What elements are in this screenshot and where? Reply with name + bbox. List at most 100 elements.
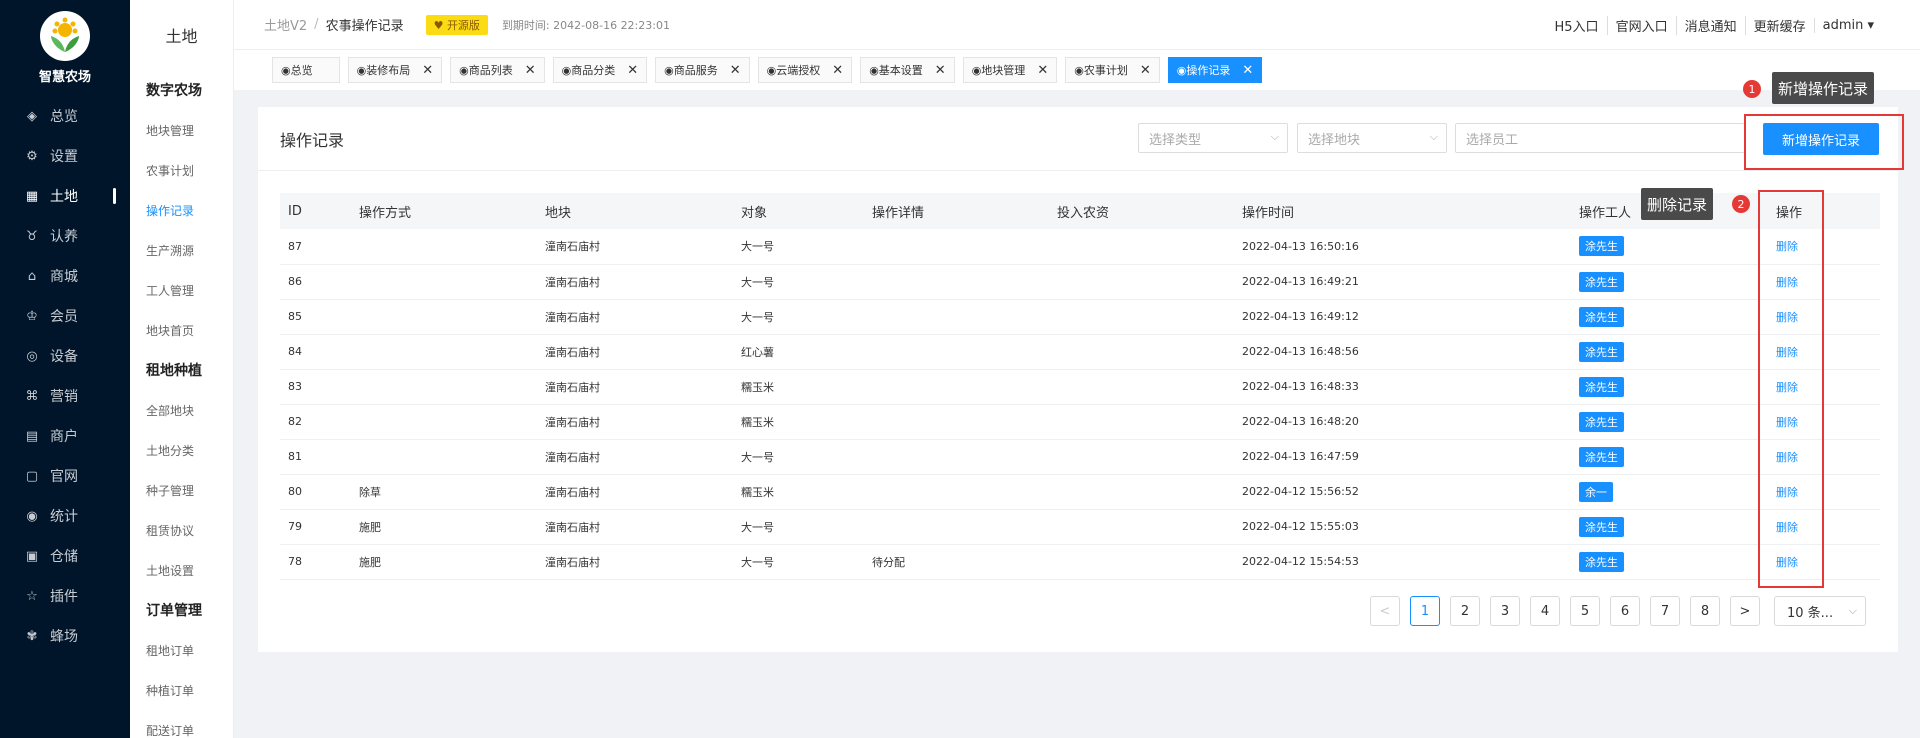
close-icon[interactable]: ✕ [1037,63,1048,78]
cell-time: 2022-04-12 15:55:03 [1234,509,1571,545]
header-link[interactable]: H5入口 [1547,16,1607,35]
warehouse-icon: ▣ [25,548,39,564]
plugin-icon: ☆ [26,588,38,604]
device-icon: ◎ [26,348,38,364]
cell-time: 2022-04-13 16:48:20 [1234,404,1571,440]
next-page-button[interactable]: > [1730,596,1760,626]
sidebar-item-6[interactable]: ◎ 设备 [0,336,130,376]
column-header: 投入农资 [1049,193,1234,229]
close-icon[interactable]: ✕ [525,63,536,78]
annotation-badge-1: 1 [1743,80,1761,98]
close-icon[interactable]: ✕ [627,63,638,78]
close-icon[interactable]: ✕ [1140,63,1151,78]
column-header: 地块 [537,193,733,229]
sidebar-item-5[interactable]: ♔ 会员 [0,296,130,336]
card-header: 操作记录 选择类型 ⌵ 选择地块 ⌵ 选择员工 新增操作记录 [258,107,1898,171]
worker-tag: 涂先生 [1579,376,1624,397]
cell-input [1049,509,1234,545]
page-button[interactable]: 7 [1650,596,1680,626]
sidebar-item-label: 认养 [50,229,78,245]
page-button[interactable]: 4 [1530,596,1560,626]
sub-nav-item[interactable]: 地块首页 [130,310,233,350]
sub-nav-item[interactable]: 地块管理 [130,110,233,150]
staff-select[interactable]: 选择员工 [1455,123,1745,153]
sidebar-item-7[interactable]: ⌘ 营销 [0,376,130,416]
tab-2[interactable]: ◉商品列表 ✕ [450,57,545,83]
cell-method [351,264,537,300]
sidebar-item-0[interactable]: ◈ 总览 [0,96,130,136]
sidebar-item-4[interactable]: ⌂ 商城 [0,256,130,296]
header-link[interactable]: 消息通知 [1675,15,1745,35]
sub-nav-item[interactable]: 配送订单 [130,710,233,738]
page-title: 操作记录 [280,130,345,150]
tab-1[interactable]: ◉装修布局 ✕ [347,57,443,83]
sidebar-item-13[interactable]: ✾ 蜂场 [0,616,130,656]
edition-badge: ♥ 开源版 [425,14,488,35]
cell-time: 2022-04-13 16:49:21 [1234,264,1571,300]
page-button[interactable]: 5 [1570,596,1600,626]
cell-detail [864,229,1049,265]
tab-0[interactable]: ◉总览 [272,57,340,83]
sidebar-item-1[interactable]: ⚙ 设置 [0,136,130,176]
type-select[interactable]: 选择类型 ⌵ [1138,123,1288,153]
cell-id: 80 [280,474,351,510]
close-icon[interactable]: ✕ [422,63,433,78]
cell-id: 79 [280,509,351,545]
sub-nav-item[interactable]: 土地设置 [130,550,233,590]
sidebar-item-2[interactable]: ▦ 土地 [0,176,130,216]
cell-object: 糯玉米 [733,474,864,510]
sidebar-item-3[interactable]: ♉ 认养 [0,216,130,256]
sidebar-item-12[interactable]: ☆ 插件 [0,576,130,616]
sub-nav-item[interactable]: 种植订单 [130,670,233,710]
close-icon[interactable]: ✕ [1242,63,1253,78]
cell-plot: 潼南石庙村 [537,264,733,300]
cell-detail [864,264,1049,300]
cell-id: 86 [280,264,351,300]
sub-nav-item[interactable]: 租地订单 [130,630,233,670]
close-icon[interactable]: ✕ [832,63,843,78]
tab-9[interactable]: ◉操作记录 ✕ [1167,57,1263,83]
sub-nav-item[interactable]: 工人管理 [130,270,233,310]
close-icon[interactable]: ✕ [730,63,741,78]
sub-nav-item[interactable]: 土地分类 [130,430,233,470]
sub-nav-item[interactable]: 种子管理 [130,470,233,510]
prev-page-button[interactable]: < [1370,596,1400,626]
tab-4[interactable]: ◉商品服务 ✕ [655,57,750,83]
page-button[interactable]: 6 [1610,596,1640,626]
sidebar-item-9[interactable]: ▢ 官网 [0,456,130,496]
sub-nav-item[interactable]: 操作记录 [130,190,233,230]
cell-method [351,369,537,405]
breadcrumb-current: 农事操作记录 [325,19,404,34]
marketing-icon: ⌘ [25,388,39,404]
logo[interactable]: 智慧农场 [0,0,130,96]
app-name: 智慧农场 [38,70,91,85]
cell-id: 84 [280,334,351,370]
tab-8[interactable]: ◉农事计划 ✕ [1065,57,1160,83]
sub-nav-item[interactable]: 租赁协议 [130,510,233,550]
page-button[interactable]: 8 [1690,596,1720,626]
cell-time: 2022-04-13 16:50:16 [1234,229,1571,265]
header-link[interactable]: admin ▾ [1813,17,1882,33]
header-link[interactable]: 更新缓存 [1744,15,1814,35]
tab-6[interactable]: ◉基本设置 ✕ [860,57,955,83]
sidebar-item-10[interactable]: ◉ 统计 [0,496,130,536]
cell-worker: 涂先生 [1571,544,1768,580]
sub-nav-item[interactable]: 生产溯源 [130,230,233,270]
page-button[interactable]: 1 [1410,596,1440,626]
close-icon[interactable]: ✕ [935,63,946,78]
plot-select[interactable]: 选择地块 ⌵ [1297,123,1447,153]
header-link[interactable]: 官网入口 [1606,15,1676,35]
tab-7[interactable]: ◉地块管理 ✕ [962,57,1058,83]
tab-5[interactable]: ◉云端授权 ✕ [757,57,853,83]
breadcrumb-root[interactable]: 土地V2 [264,15,307,34]
sub-nav-item[interactable]: 全部地块 [130,390,233,430]
worker-tag: 涂先生 [1579,516,1624,537]
land-icon: ▦ [25,188,39,204]
sidebar-item-11[interactable]: ▣ 仓储 [0,536,130,576]
page-button[interactable]: 2 [1450,596,1480,626]
sidebar-item-8[interactable]: ▤ 商户 [0,416,130,456]
sub-nav-item[interactable]: 农事计划 [130,150,233,190]
page-button[interactable]: 3 [1490,596,1520,626]
page-size-select[interactable]: 10 条... ⌵ [1774,596,1866,626]
tab-3[interactable]: ◉商品分类 ✕ [552,57,648,83]
